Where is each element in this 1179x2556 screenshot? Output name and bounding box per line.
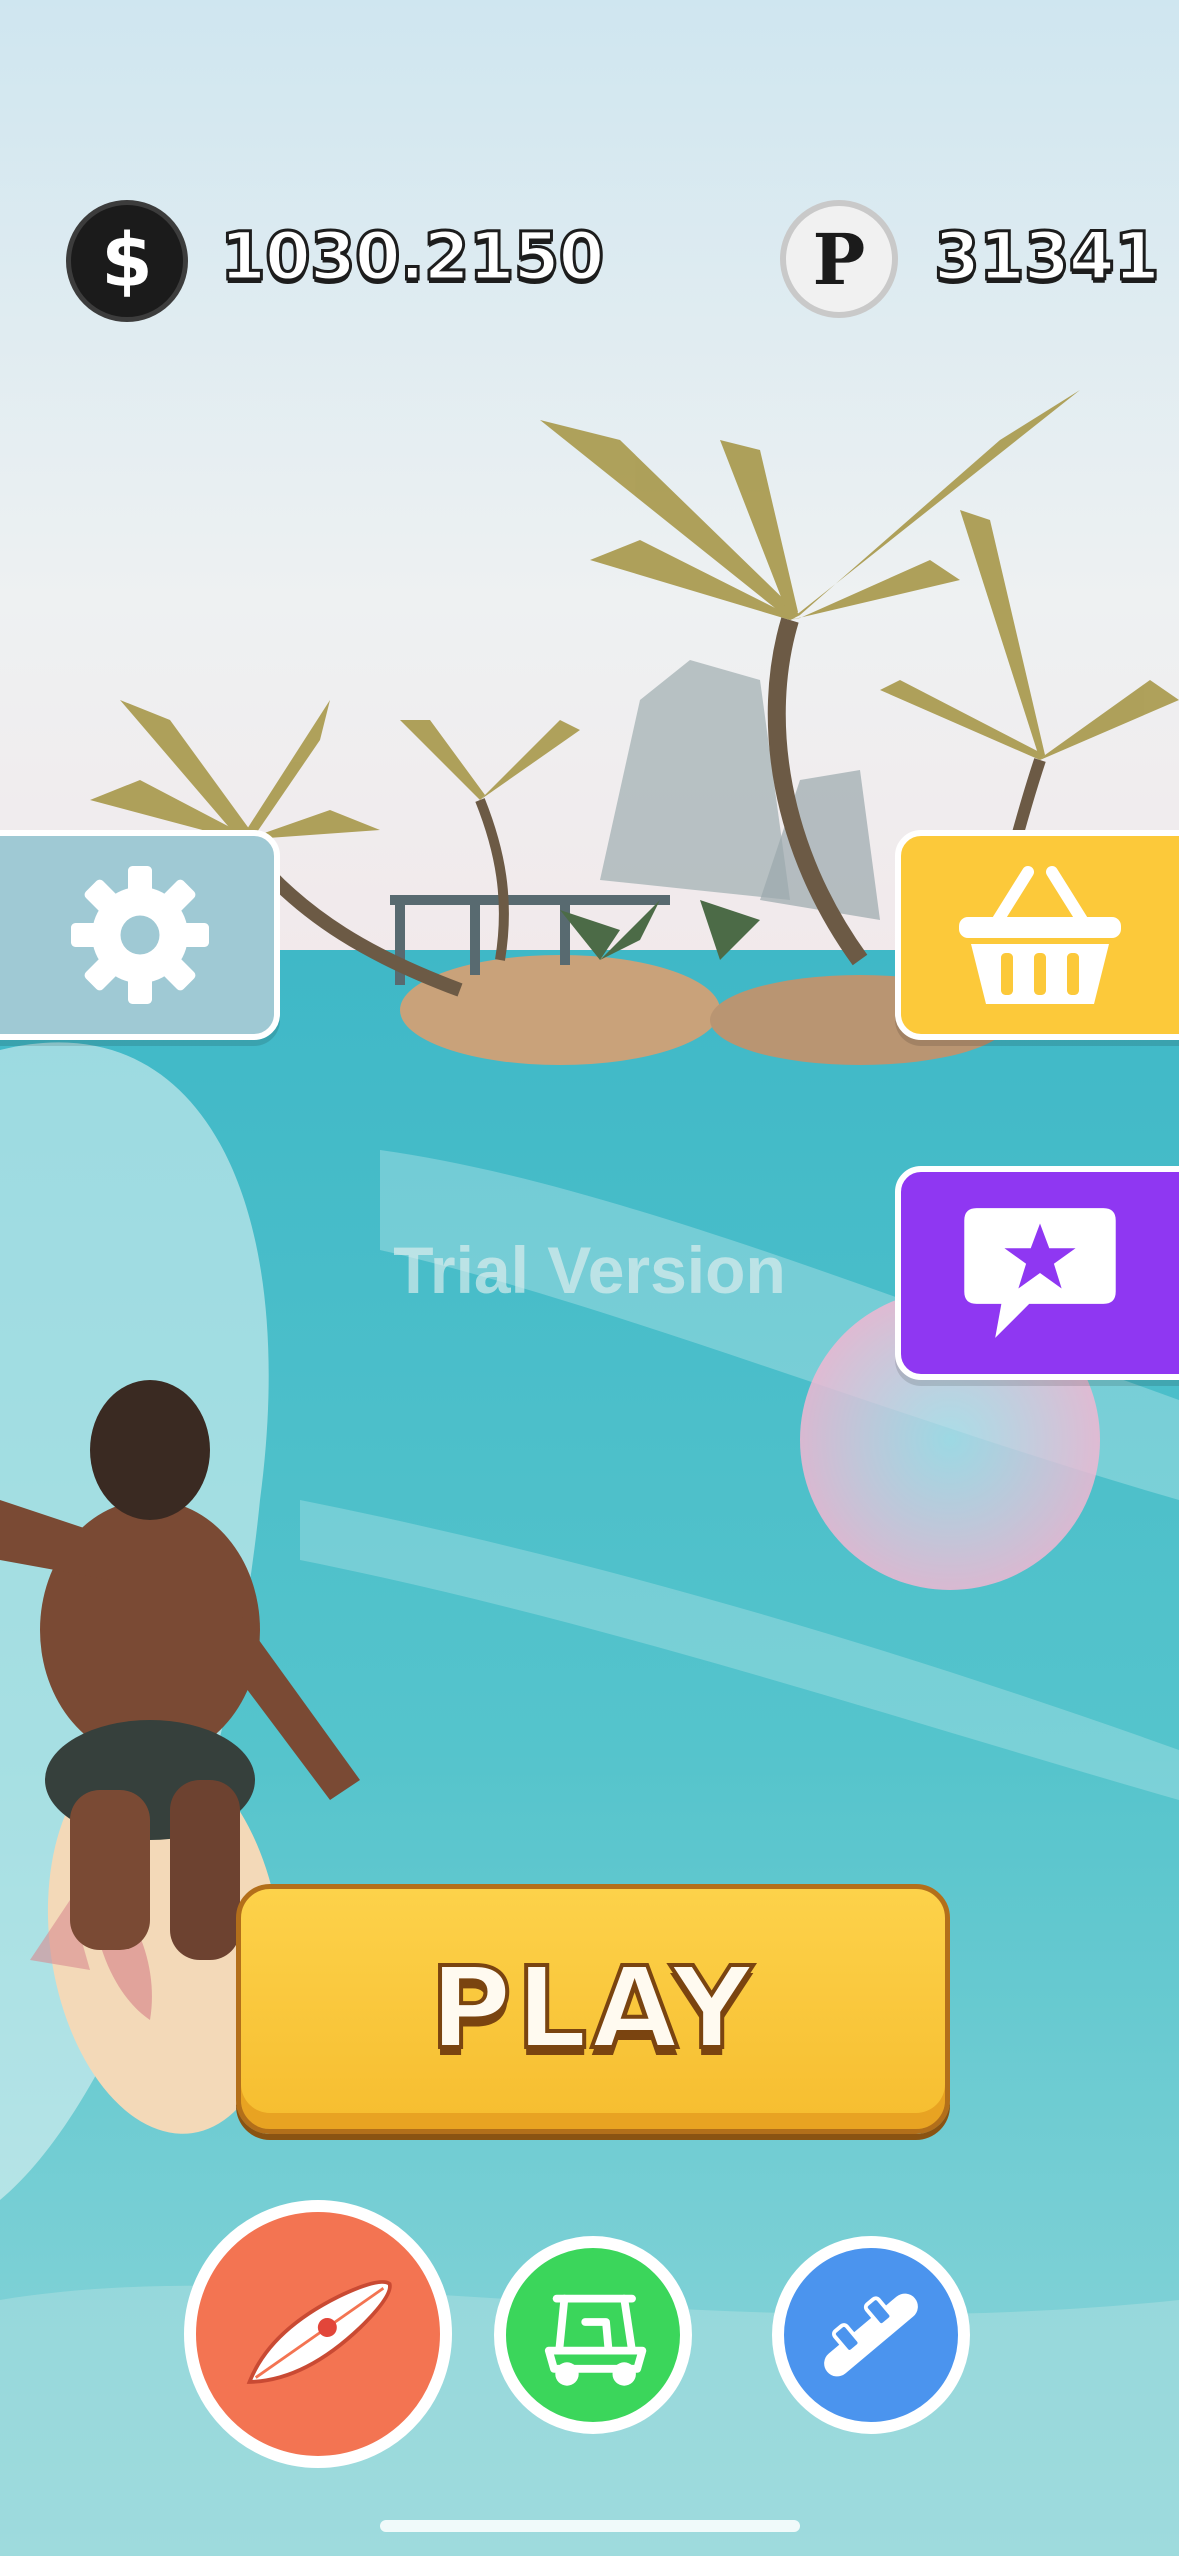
play-button[interactable]: PLAY [236, 1884, 950, 2134]
golf-cart-icon [544, 2294, 647, 2386]
points-balance: 31341 [933, 217, 1162, 297]
settings-button[interactable] [0, 830, 280, 1040]
gear-icon [71, 866, 209, 1004]
cart-mode-button[interactable] [494, 2236, 692, 2434]
surf-mode-button[interactable] [184, 2200, 452, 2468]
surfboard-icon [246, 2280, 392, 2384]
cash-balance: 1030.2150 [218, 217, 605, 297]
points-symbol: P [812, 217, 866, 301]
dollar-coin-icon: $ [66, 200, 188, 322]
play-button-label: PLAY [428, 1942, 757, 2076]
snowboard-mode-button[interactable] [772, 2236, 970, 2434]
home-indicator[interactable] [380, 2520, 800, 2532]
shop-button[interactable] [895, 830, 1179, 1040]
points-coin-icon: P [780, 200, 898, 318]
snowboard-icon [824, 2293, 918, 2377]
basket-icon [959, 866, 1121, 1004]
dollar-symbol: $ [101, 218, 153, 304]
trial-version-watermark: Trial Version [393, 1233, 786, 1307]
